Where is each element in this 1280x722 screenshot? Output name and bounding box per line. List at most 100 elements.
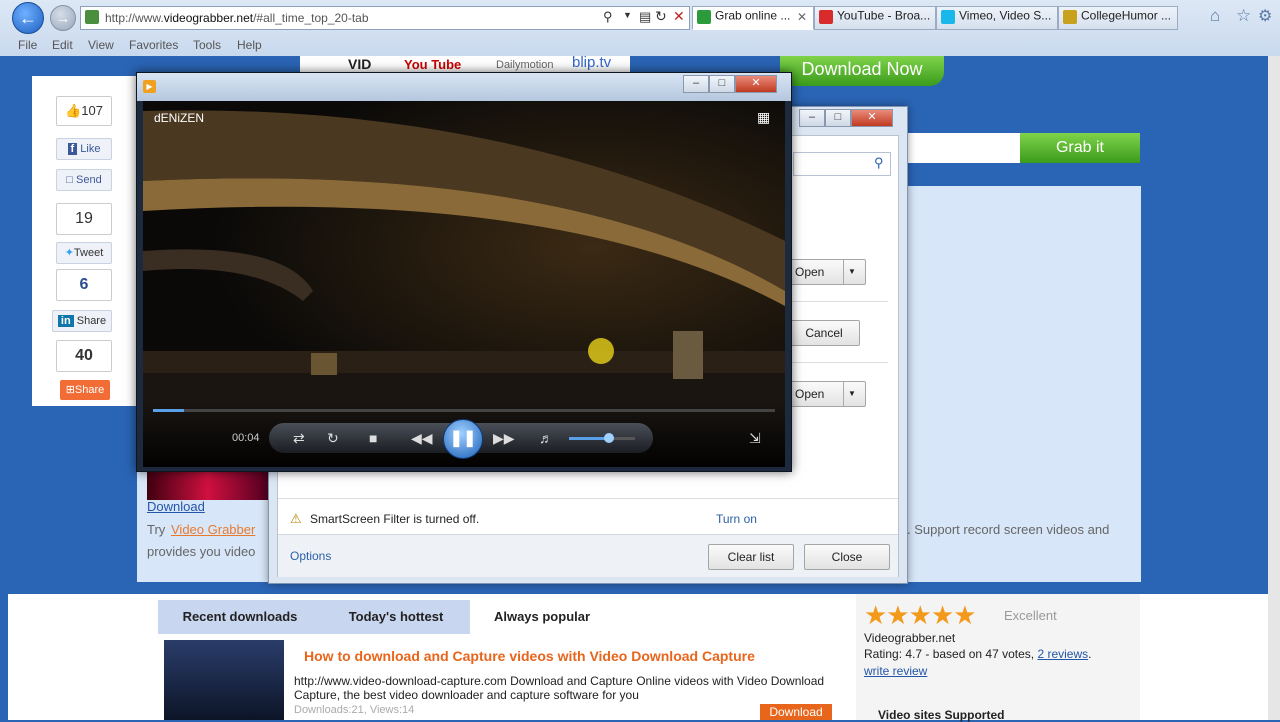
favorites-star-icon[interactable]: ☆ [1236,6,1251,26]
article-stats: Downloads:21, Views:14 [294,704,415,716]
video-grabber-link[interactable]: Video Grabber [171,522,267,537]
video-title: dENiZEN [154,111,205,125]
url-input[interactable] [900,133,1020,163]
player-controls: 00:04 ⇄ ↻ ■ ◀◀ ❚❚ ▶▶ ♬ ⇲ [143,403,785,467]
volume-level [569,437,609,440]
facebook-icon: f [67,143,78,155]
gear-icon[interactable]: ⚙ [1258,6,1272,26]
dm-maximize-button[interactable]: □ [825,109,851,127]
article-thumbnail[interactable] [164,640,284,720]
cancel-button[interactable]: Cancel [788,320,860,346]
refresh-icon[interactable]: ↻ [655,8,667,25]
support-text: . Support record screen videos and [907,522,1110,537]
dm-search-input[interactable]: ⚲ [793,152,891,176]
tab-always-popular[interactable]: Always popular [470,600,614,634]
stop-icon[interactable]: ■ [369,427,377,449]
media-player-window: ▶ – □ ✕ dENiZEN ▦ 00:04 ⇄ ↻ ■ ◀◀ ❚❚ ▶▶ ♬ [136,72,792,472]
clear-list-button[interactable]: Clear list [708,544,794,570]
linkedin-icon: in [57,315,74,327]
reviews-link[interactable]: 2 reviews [1037,647,1088,661]
volume-icon[interactable]: ♬ [539,427,553,449]
open-button-2[interactable]: Open ▼ [788,381,866,407]
share-button[interactable]: ⊞Share [60,380,110,400]
tab-todays-hottest[interactable]: Today's hottest [322,600,470,634]
bliptv-logo: blip.tv [572,54,612,71]
provides-text: provides you video [147,544,256,559]
thumbs-up-icon: 👍 [65,103,82,118]
dm-minimize-button[interactable]: – [799,109,825,127]
time-display: 00:04 [232,432,260,444]
turn-on-link[interactable]: Turn on [716,512,757,526]
switch-to-fullscreen-icon[interactable]: ⇲ [749,427,761,449]
download-tabs: Recent downloads Today's hottest Always … [158,600,614,634]
site-favicon-icon [85,10,99,24]
volume-slider[interactable] [569,433,635,443]
browser-chrome: ← → http://www.videograbber.net/#all_tim… [0,0,1280,57]
tab-grab-online[interactable]: Grab online ... ✕ [692,6,814,30]
menu-file[interactable]: File [18,38,37,52]
repeat-icon[interactable]: ↻ [327,427,339,449]
bottom-section: Recent downloads Today's hottest Always … [8,594,1268,722]
fb-like-button[interactable]: f Like [56,138,112,160]
social-sidebar: 👍107 f Like □ Send 19 ✦Tweet 6 in Share … [32,76,136,406]
menu-view[interactable]: View [88,38,114,52]
forward-button[interactable]: → [50,5,76,31]
stop-icon[interactable]: ✕ [673,8,685,25]
smartscreen-text: SmartScreen Filter is turned off. [310,512,480,526]
chevron-down-icon[interactable]: ▼ [623,10,632,20]
pause-button[interactable]: ❚❚ [443,419,483,459]
menu-help[interactable]: Help [237,38,262,52]
seek-bar[interactable] [153,409,775,412]
tab-recent-downloads[interactable]: Recent downloads [158,600,322,634]
menu-tools[interactable]: Tools [193,38,221,52]
grab-it-button[interactable]: Grab it [1020,133,1140,163]
shuffle-icon[interactable]: ⇄ [293,427,305,449]
page-scrollbar[interactable] [1268,56,1280,720]
tweet-button[interactable]: ✦Tweet [56,242,112,264]
tab-vimeo[interactable]: Vimeo, Video S... [936,6,1058,30]
search-icon: ⚲ [874,155,884,170]
fb-send-button[interactable]: □ Send [56,169,112,191]
article-title[interactable]: How to download and Capture videos with … [304,648,755,664]
options-link[interactable]: Options [290,549,331,563]
divider [788,301,888,302]
tweet-count: 19 [56,203,112,235]
tab-collegehumor[interactable]: CollegeHumor ... [1058,6,1178,30]
switch-library-icon[interactable]: ▦ [757,109,770,126]
linkedin-share-button[interactable]: in Share [52,310,112,332]
player-maximize-button[interactable]: □ [709,75,735,93]
divider [278,498,898,499]
article-description: http://www.video-download-capture.com Do… [294,674,825,702]
address-bar[interactable]: http://www.videograbber.net/#all_time_to… [80,6,690,30]
menu-edit[interactable]: Edit [52,38,73,52]
try-text: Try [147,522,166,537]
youtube-favicon-icon [819,10,833,24]
close-button[interactable]: Close [804,544,890,570]
player-minimize-button[interactable]: – [683,75,709,93]
shield-warning-icon: ⚠ [290,511,302,526]
open-button-1[interactable]: Open ▼ [788,259,866,285]
dm-close-window-button[interactable]: ✕ [851,109,893,127]
article-download-button[interactable]: Download [760,704,832,720]
download-now-button[interactable]: Download Now [780,56,944,86]
search-icon[interactable]: ⚲ [603,9,613,25]
tab-youtube[interactable]: YouTube - Broa... [814,6,936,30]
chevron-down-icon[interactable]: ▼ [843,260,860,284]
back-button[interactable]: ← [12,2,44,34]
home-icon[interactable]: ⌂ [1210,6,1220,26]
fast-forward-icon[interactable]: ▶▶ [493,427,515,449]
volume-knob[interactable] [603,433,614,443]
write-review-link[interactable]: write review [864,664,927,678]
player-close-button[interactable]: ✕ [735,75,777,93]
chevron-down-icon[interactable]: ▼ [843,382,860,406]
menu-favorites[interactable]: Favorites [129,38,178,52]
download-link[interactable]: Download [147,499,205,514]
chat-icon: □ [66,174,73,186]
plus-icon: ⊞ [65,384,75,396]
vimeo-favicon-icon [941,10,955,24]
seek-progress [153,409,185,412]
compatibility-icon[interactable]: ▤ [639,9,651,25]
tab-close-icon[interactable]: ✕ [797,10,807,24]
rewind-icon[interactable]: ◀◀ [411,427,433,449]
rating-text: Rating: 4.7 - based on 47 votes, 2 revie… [864,647,1092,661]
